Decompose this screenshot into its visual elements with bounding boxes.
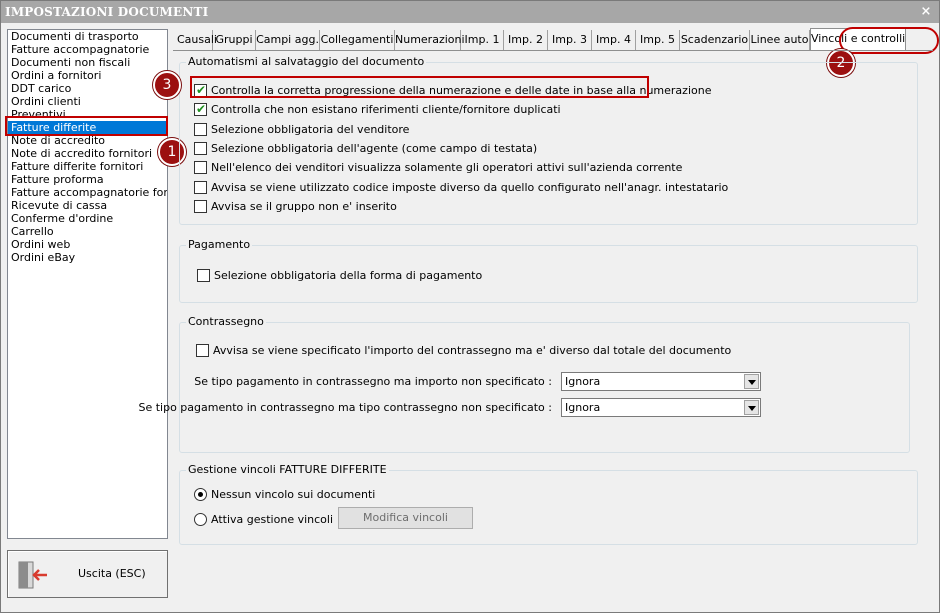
contrassegno-tipo-select[interactable]: Ignora — [561, 398, 761, 417]
tab-gruppi[interactable]: Gruppi — [213, 30, 256, 50]
contrassegno-row2-label: Se tipo pagamento in contrassegno ma tip… — [138, 401, 552, 414]
annotation-badge-3: 3 — [153, 71, 181, 99]
doc-list-item[interactable]: DDT carico — [8, 82, 167, 95]
checkbox-automatismi-label: Nell'elenco dei venditori visualizza sol… — [211, 161, 683, 175]
tab-imp-2[interactable]: Imp. 2 — [504, 30, 548, 50]
doc-list-item[interactable]: Ordini eBay — [8, 251, 167, 264]
close-icon[interactable]: × — [919, 1, 933, 23]
chevron-down-icon[interactable] — [744, 374, 759, 389]
checkbox-automatismi-label: Selezione obbligatoria dell'agente (come… — [211, 141, 538, 155]
tab-scadenzario[interactable]: Scadenzario — [680, 30, 750, 50]
checkbox-automatismi-label: Avvisa se il gruppo non e' inserito — [211, 199, 397, 213]
settings-window: IMPOSTAZIONI DOCUMENTI × Documenti di tr… — [0, 0, 940, 613]
radio-attiva-vincoli-label: Attiva gestione vincoli — [211, 513, 334, 526]
doc-list-item[interactable]: Preventivi — [8, 108, 167, 121]
radio-nessun-vincolo[interactable] — [194, 488, 207, 501]
checkbox-contrassegno-label: Avvisa se viene specificato l'importo de… — [213, 344, 732, 357]
tab-collegamenti[interactable]: Collegamenti — [320, 30, 395, 50]
group-automatismi-title: Automatismi al salvataggio del documento — [186, 55, 427, 68]
checkbox-automatismi[interactable] — [194, 141, 207, 155]
doc-list-item[interactable]: Ordini web — [8, 238, 167, 251]
radio-nessun-vincolo-label: Nessun vincolo sui documenti — [211, 488, 376, 501]
group-pagamento-title: Pagamento — [186, 238, 253, 251]
doc-list-item[interactable]: Ordini clienti — [8, 95, 167, 108]
doc-list-item[interactable]: Conferme d'ordine — [8, 212, 167, 225]
checkbox-automatismi-label: Controlla che non esistano riferimenti c… — [211, 103, 561, 117]
contrassegno-row1-label: Se tipo pagamento in contrassegno ma imp… — [194, 375, 552, 388]
tab-vincoli-e-controlli[interactable]: Vincoli e controlli — [810, 28, 906, 50]
checkbox-automatismi[interactable]: ✔ — [194, 102, 207, 117]
tab-campi-agg-[interactable]: Campi agg. — [256, 30, 320, 50]
doc-list-item[interactable]: Documenti non fiscali — [8, 56, 167, 69]
modify-constraints-button[interactable]: Modifica vincoli — [338, 507, 473, 529]
checkbox-automatismi-label: Selezione obbligatoria del venditore — [211, 122, 410, 136]
group-vincoli-title: Gestione vincoli FATTURE DIFFERITE — [186, 463, 389, 476]
tab-numerazioni[interactable]: Numerazioni — [395, 30, 465, 50]
doc-list-item[interactable]: Fatture accompagnatorie fornito — [8, 186, 167, 199]
checkbox-automatismi[interactable]: ✔ — [194, 83, 207, 97]
group-contrassegno: Contrassegno Avvisa se viene specificato… — [138, 315, 910, 453]
tab-imp-5[interactable]: Imp. 5 — [636, 30, 680, 50]
checkbox-pagamento-label: Selezione obbligatoria della forma di pa… — [214, 269, 483, 282]
chevron-down-icon[interactable] — [744, 400, 759, 415]
tab-imp-1[interactable]: Imp. 1 — [461, 30, 504, 50]
title-bar: IMPOSTAZIONI DOCUMENTI × — [1, 1, 939, 23]
checkbox-automatismi[interactable] — [194, 199, 207, 213]
tab-causali[interactable]: Causali — [177, 30, 217, 50]
doc-list-item[interactable]: Carrello — [8, 225, 167, 238]
checkbox-automatismi-label: Controlla la corretta progressione della… — [211, 84, 712, 97]
group-contrassegno-title: Contrassegno — [186, 315, 266, 328]
checkmark-icon: ✔ — [196, 83, 207, 97]
radio-attiva-vincoli[interactable] — [194, 513, 207, 526]
group-automatismi: Automatismi al salvataggio del documento… — [179, 55, 918, 225]
doc-list-item[interactable]: Ricevute di cassa — [8, 199, 167, 212]
tab-linee-auto[interactable]: Linee auto — [750, 30, 810, 50]
tab-panel-vincoli: Automatismi al salvataggio del documento… — [138, 50, 933, 550]
contrassegno-importo-select[interactable]: Ignora — [561, 372, 761, 391]
checkbox-automatismi[interactable] — [194, 122, 207, 136]
doc-list-item[interactable]: Note di accredito — [8, 134, 167, 147]
document-type-list[interactable]: Documenti di trasporto Fatture accompagna… — [7, 29, 168, 539]
doc-list-item[interactable]: Ordini a fornitori — [8, 69, 167, 82]
checkbox-automatismi-label: Avvisa se viene utilizzato codice impost… — [211, 180, 729, 194]
checkbox-automatismi[interactable] — [194, 180, 207, 194]
exit-button[interactable]: Uscita (ESC) — [7, 550, 168, 598]
doc-list-item[interactable]: Note di accredito fornitori — [8, 147, 167, 160]
checkbox-automatismi[interactable] — [194, 161, 207, 175]
contrassegno-importo-value: Ignora — [565, 375, 601, 388]
tab-imp-3[interactable]: Imp. 3 — [548, 30, 592, 50]
checkmark-icon: ✔ — [196, 102, 207, 117]
doc-list-item[interactable]: Fatture proforma — [8, 173, 167, 186]
contrassegno-tipo-value: Ignora — [565, 401, 601, 414]
group-pagamento: Pagamento Selezione obbligatoria della f… — [179, 238, 918, 303]
tab-imp-4[interactable]: Imp. 4 — [592, 30, 636, 50]
doc-list-item[interactable]: Documenti di trasporto — [8, 30, 167, 43]
doc-list-item[interactable]: Fatture differite — [8, 121, 167, 134]
exit-button-label: Uscita (ESC) — [78, 567, 146, 580]
doc-list-item[interactable]: Fatture accompagnatorie — [8, 43, 167, 56]
exit-door-icon — [18, 561, 47, 589]
group-vincoli: Gestione vincoli FATTURE DIFFERITE Nessu… — [179, 463, 918, 545]
doc-list-item[interactable]: Fatture differite fornitori — [8, 160, 167, 173]
checkbox-contrassegno[interactable] — [196, 344, 209, 357]
checkbox-pagamento[interactable] — [197, 269, 210, 282]
window-title: IMPOSTAZIONI DOCUMENTI — [5, 5, 209, 19]
